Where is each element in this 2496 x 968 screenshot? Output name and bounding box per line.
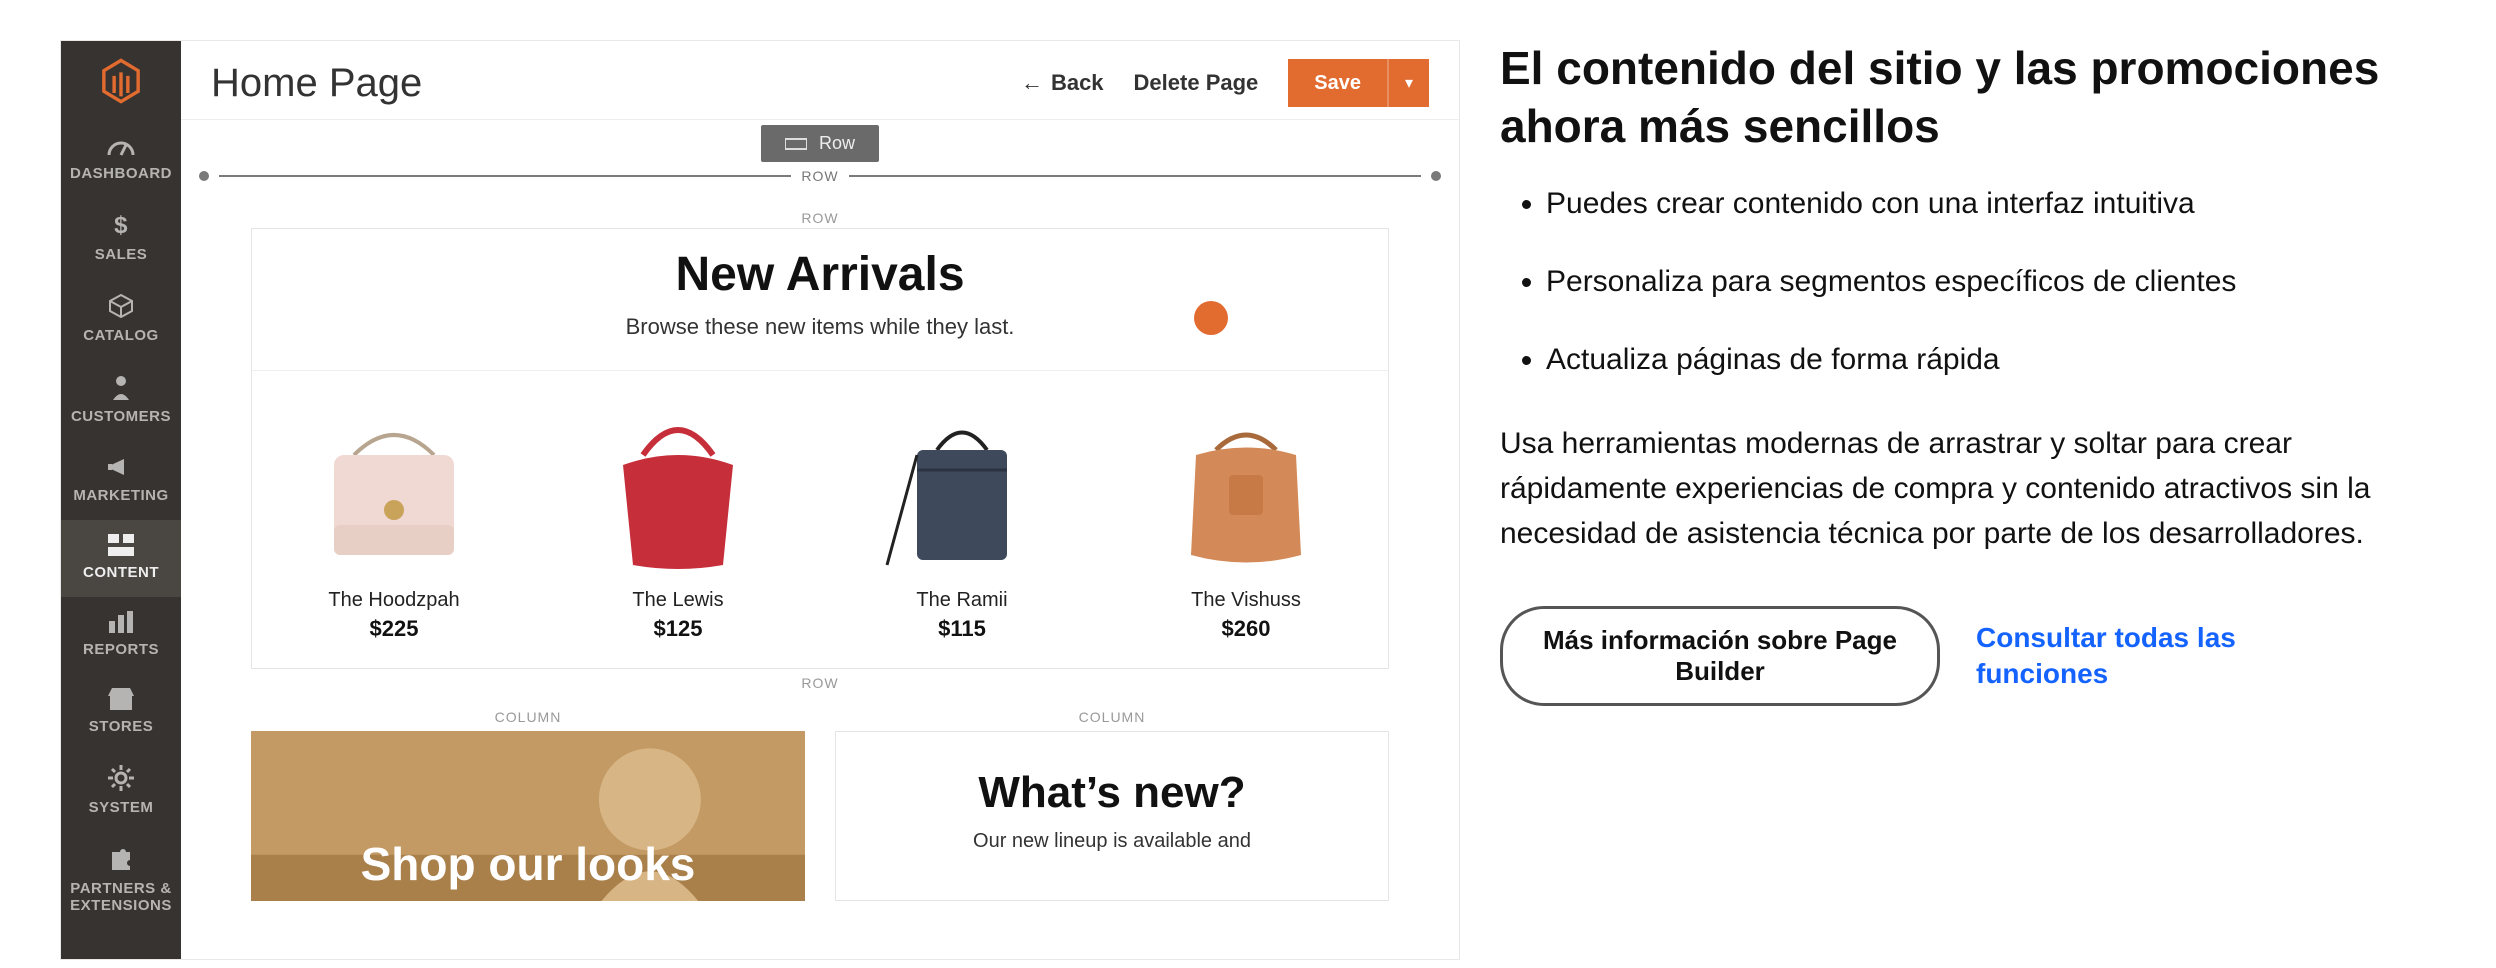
product-price: $260 — [1136, 616, 1356, 642]
sidebar-item-stores[interactable]: STORES — [61, 674, 181, 751]
product-price: $225 — [284, 616, 504, 642]
shop-looks-text: Shop our looks — [251, 837, 805, 891]
save-button[interactable]: Save — [1288, 59, 1387, 107]
product-name: The Vishuss — [1136, 589, 1356, 612]
shop-our-looks-block[interactable]: Shop our looks — [251, 731, 805, 901]
marketing-heading: El contenido del sitio y las promociones… — [1500, 40, 2396, 155]
feature-bullet: Puedes crear contenido con una interfaz … — [1546, 183, 2396, 225]
arrivals-title: New Arrivals — [252, 247, 1388, 302]
dashboard-icon — [65, 135, 177, 161]
product-name: The Lewis — [568, 589, 788, 612]
column-label-left: COLUMN — [251, 709, 805, 725]
delete-page-button[interactable]: Delete Page — [1134, 70, 1259, 96]
sidebar-item-sales[interactable]: $ SALES — [61, 198, 181, 279]
page-header: Home Page ← Back Delete Page Save ▾ — [181, 41, 1459, 120]
row-label-2: ROW — [251, 675, 1389, 691]
sidebar-item-label: CATALOG — [65, 327, 177, 344]
see-all-features-link[interactable]: Consultar todas las funciones — [1976, 620, 2296, 693]
row-drag-chip[interactable]: Row — [761, 125, 879, 162]
sidebar-item-content[interactable]: CONTENT — [61, 520, 181, 597]
row-icon — [785, 136, 807, 152]
product-image-icon — [299, 395, 489, 575]
row-label: ROW — [251, 210, 1389, 226]
sidebar-item-label: STORES — [65, 718, 177, 735]
product-price: $125 — [568, 616, 788, 642]
bars-icon — [65, 611, 177, 637]
product-name: The Hoodzpah — [284, 589, 504, 612]
sidebar-item-marketing[interactable]: MARKETING — [61, 441, 181, 520]
sidebar-item-label: CUSTOMERS — [65, 408, 177, 425]
bullhorn-icon — [65, 455, 177, 483]
column-label-right: COLUMN — [835, 709, 1389, 725]
product-price: $115 — [852, 616, 1072, 642]
sidebar-item-dashboard[interactable]: DASHBOARD — [61, 121, 181, 198]
whats-new-block[interactable]: What’s new? Our new lineup is available … — [835, 731, 1389, 901]
marketing-paragraph: Usa herramientas modernas de arrastrar y… — [1500, 421, 2396, 556]
product-card[interactable]: The Ramii $115 — [852, 395, 1072, 642]
feature-bullets: Puedes crear contenido con una interfaz … — [1500, 183, 2396, 381]
svg-text:$: $ — [114, 212, 128, 238]
builder-canvas-area: Home Page ← Back Delete Page Save ▾ — [181, 41, 1459, 959]
product-card[interactable]: The Vishuss $260 — [1136, 395, 1356, 642]
arrow-left-icon: ← — [1021, 70, 1043, 96]
product-card[interactable]: The Hoodzpah $225 — [284, 395, 504, 642]
magento-logo[interactable] — [61, 41, 181, 121]
gear-icon — [65, 765, 177, 795]
page-title: Home Page — [211, 61, 422, 106]
sidebar-item-label: REPORTS — [65, 641, 177, 658]
person-icon — [65, 374, 177, 404]
sidebar-item-label: DASHBOARD — [65, 165, 177, 182]
sidebar-item-customers[interactable]: CUSTOMERS — [61, 360, 181, 441]
product-name: The Ramii — [852, 589, 1072, 612]
save-dropdown-button[interactable]: ▾ — [1387, 59, 1429, 107]
save-button-group: Save ▾ — [1288, 59, 1429, 107]
feature-bullet: Actualiza páginas de forma rápida — [1546, 339, 2396, 381]
product-image-icon — [867, 395, 1057, 575]
new-arrivals-block[interactable]: New Arrivals Browse these new items whil… — [251, 228, 1389, 669]
sidebar-item-label: PARTNERS & EXTENSIONS — [65, 880, 177, 914]
back-button[interactable]: ← Back — [1021, 70, 1104, 96]
chevron-down-icon: ▾ — [1405, 73, 1413, 93]
blocks-icon — [65, 534, 177, 560]
sidebar-item-catalog[interactable]: CATALOG — [61, 279, 181, 360]
dollar-icon: $ — [65, 212, 177, 242]
sidebar-item-label: CONTENT — [65, 564, 177, 581]
sidebar-item-partners-extensions[interactable]: PARTNERS & EXTENSIONS — [61, 832, 181, 930]
product-card[interactable]: The Lewis $125 — [568, 395, 788, 642]
product-image-icon — [583, 395, 773, 575]
store-icon — [65, 688, 177, 714]
feature-bullet: Personaliza para segmentos específicos d… — [1546, 261, 2396, 303]
sidebar-item-label: MARKETING — [65, 487, 177, 504]
puzzle-icon — [65, 846, 177, 876]
sidebar-item-system[interactable]: SYSTEM — [61, 751, 181, 832]
whats-new-title: What’s new? — [836, 768, 1388, 818]
product-row: The Hoodzpah $225 The Lewis $125 The Ramii $1… — [252, 370, 1388, 642]
learn-more-button[interactable]: Más información sobre Page Builder — [1500, 606, 1940, 706]
sidebar-item-label: SALES — [65, 246, 177, 263]
marketing-copy: El contenido del sitio y las promociones… — [1500, 40, 2436, 960]
cube-icon — [65, 293, 177, 323]
sidebar-item-label: SYSTEM — [65, 799, 177, 816]
drop-divider[interactable]: ROW — [199, 168, 1441, 184]
product-image-icon — [1151, 395, 1341, 575]
page-builder-screenshot: DASHBOARD $ SALES CATALOG CUSTOMERS MARKETING… — [60, 40, 1460, 960]
sidebar-item-reports[interactable]: REPORTS — [61, 597, 181, 674]
admin-sidebar: DASHBOARD $ SALES CATALOG CUSTOMERS MARKETING… — [61, 41, 181, 959]
selection-handle-icon[interactable] — [1194, 301, 1228, 335]
whats-new-sub: Our new lineup is available and — [836, 830, 1388, 853]
